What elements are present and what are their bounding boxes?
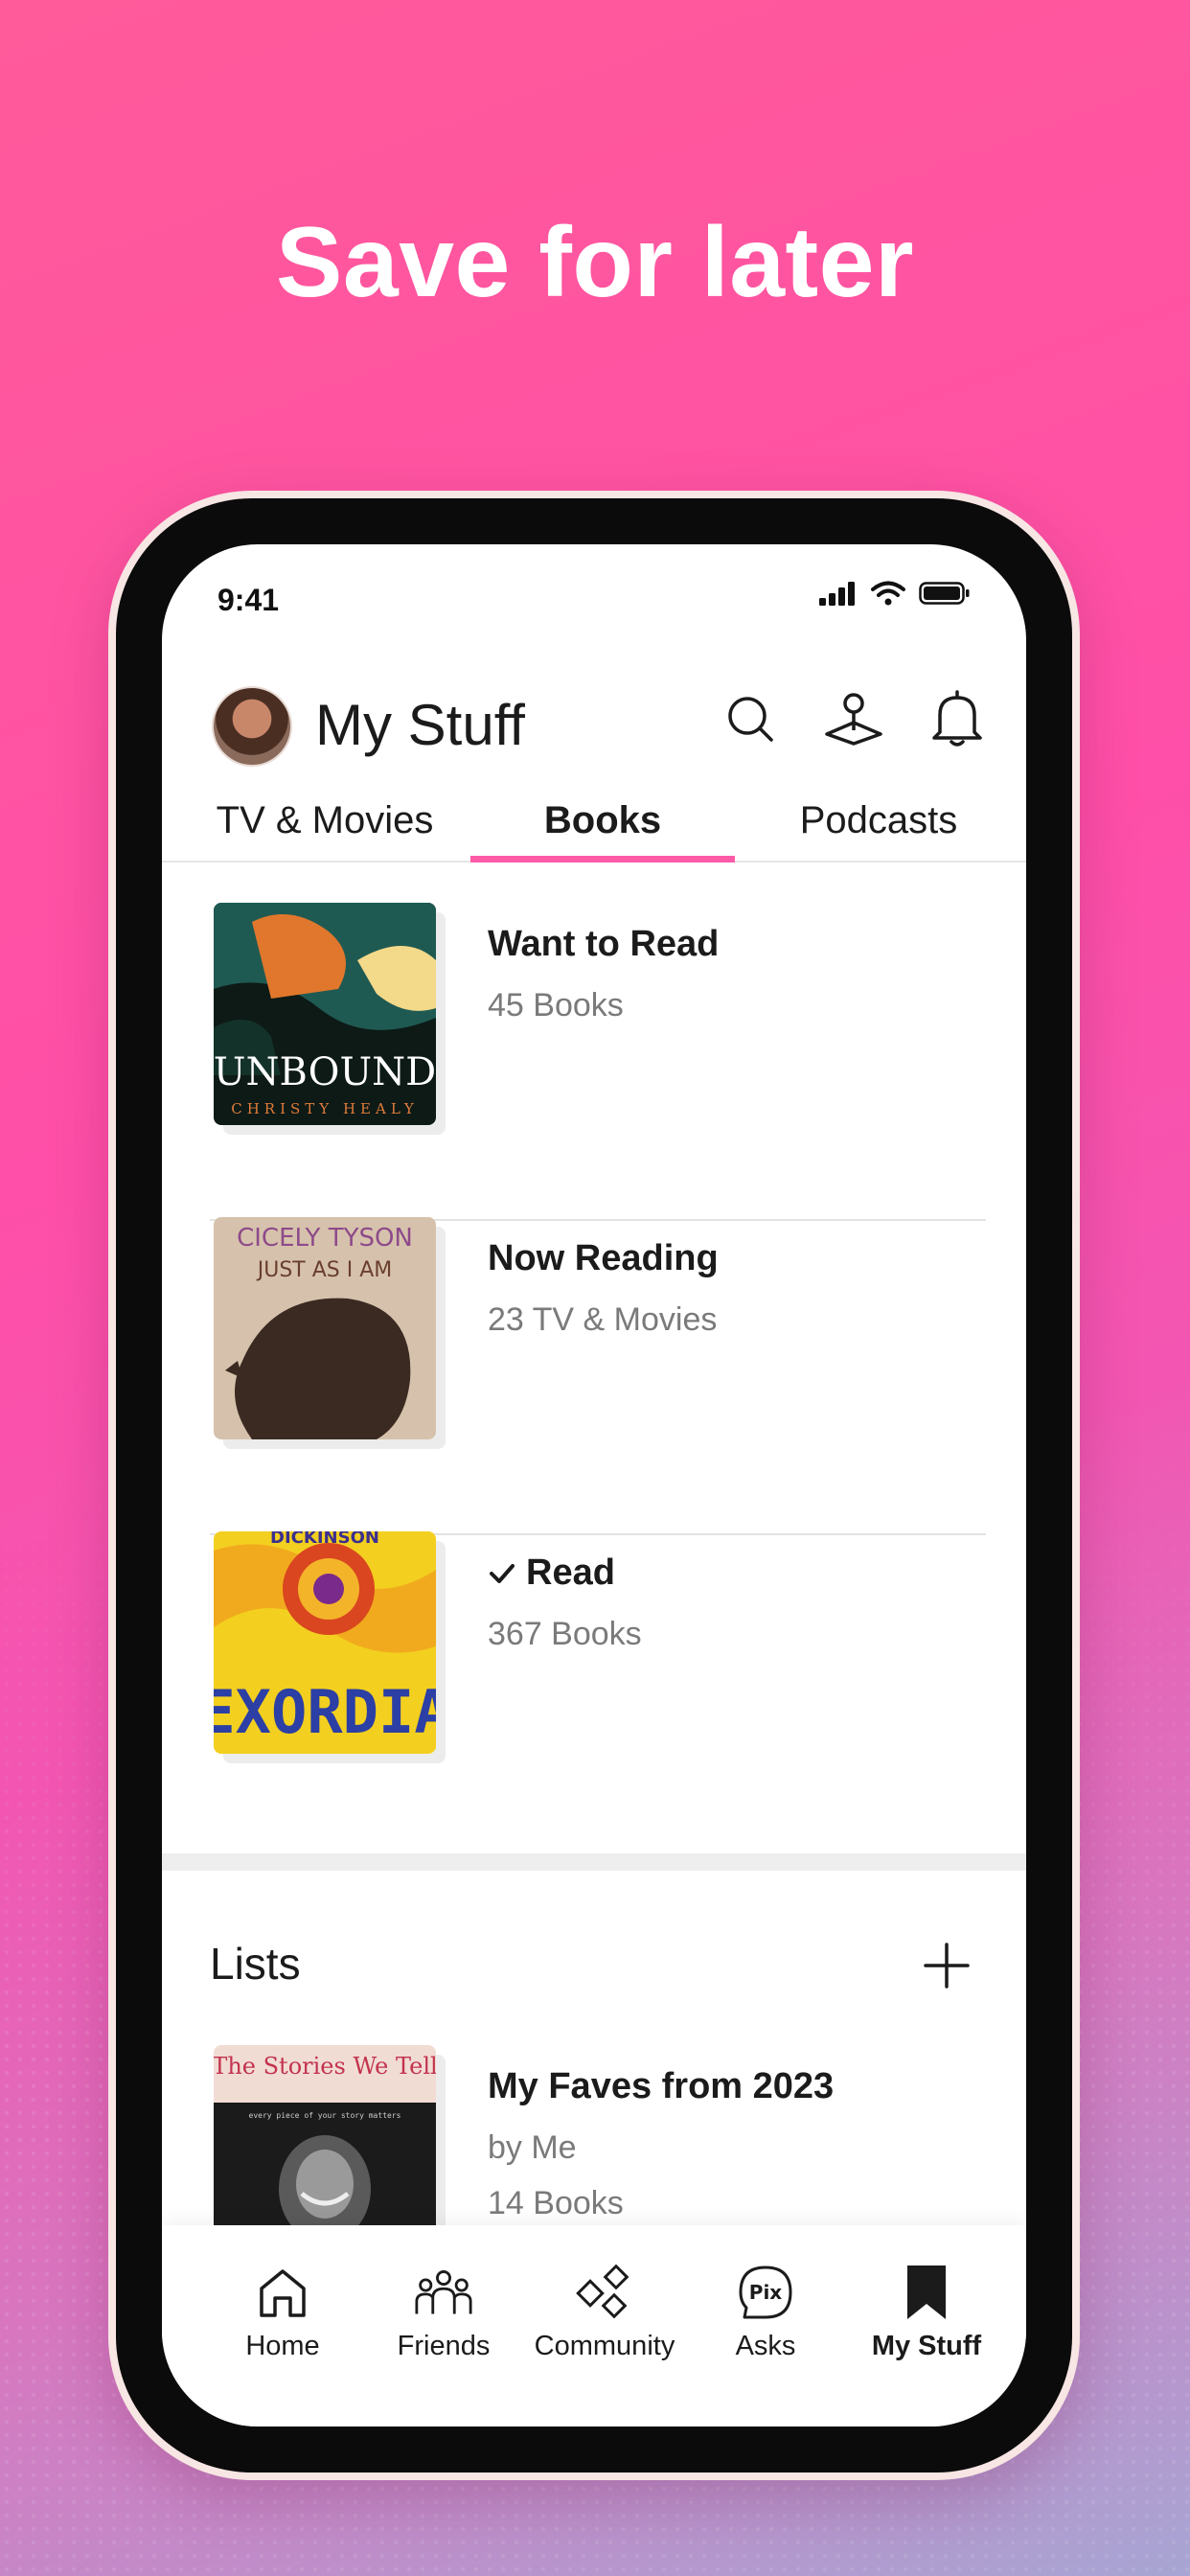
- shelf-count: 45 Books: [488, 987, 624, 1024]
- svg-text:Pix: Pix: [749, 2281, 783, 2304]
- party-pin-icon: [825, 693, 882, 746]
- cover-title-text: JUST AS I AM: [256, 1258, 393, 1282]
- nav-label: Friends: [397, 2331, 491, 2361]
- status-time: 9:41: [217, 583, 280, 617]
- phone-screen: 9:41 My Stuff TV & Movies Books Podcasts…: [162, 544, 1026, 2426]
- book-cover-art: UNBOUND CHRISTY HEALY: [214, 903, 436, 1125]
- shelf-read[interactable]: DICKINSON EXORDIA Read 367 Books: [210, 1531, 986, 1848]
- shelf-name-row: Read: [488, 1552, 615, 1594]
- checkmark-icon: [490, 1563, 515, 1583]
- book-cover-art: CICELY TYSON JUST AS I AM: [214, 1217, 436, 1439]
- shelf-count: 23 TV & Movies: [488, 1301, 718, 1338]
- book-cover: CICELY TYSON JUST AS I AM: [214, 1217, 436, 1439]
- content-tabs: TV & Movies Books Podcasts: [162, 784, 1026, 862]
- cover-title-text: UNBOUND: [214, 1050, 436, 1094]
- join-party-button[interactable]: [819, 684, 888, 753]
- status-icons: [819, 581, 971, 606]
- section-separator: [162, 1853, 1026, 1871]
- add-list-button[interactable]: [915, 1934, 978, 1997]
- bell-icon: [932, 690, 982, 747]
- bottom-navigation: Home Friends Community Pix Asks My Stuff: [162, 2225, 1026, 2426]
- tab-tv-movies[interactable]: TV & Movies: [200, 784, 449, 861]
- nav-label: My Stuff: [871, 2331, 982, 2361]
- tab-books[interactable]: Books: [470, 784, 735, 861]
- nav-community[interactable]: Community: [524, 2264, 685, 2362]
- cover-tagline-text: every piece of your story matters: [249, 2111, 401, 2120]
- nav-asks[interactable]: Pix Asks: [685, 2264, 846, 2362]
- shelf-name: Want to Read: [488, 924, 720, 964]
- bookmark-icon: [907, 2266, 946, 2319]
- cover-author-text: CICELY TYSON: [237, 1224, 413, 1253]
- nav-label: Asks: [735, 2331, 796, 2361]
- search-button[interactable]: [716, 684, 785, 753]
- phone-frame: 9:41 My Stuff TV & Movies Books Podcasts…: [108, 491, 1080, 2480]
- phone-bezel: 9:41 My Stuff TV & Movies Books Podcasts…: [116, 498, 1072, 2472]
- app-header: My Stuff: [162, 678, 1026, 784]
- nav-label: Home: [245, 2331, 320, 2361]
- promo-headline: Save for later: [276, 207, 914, 318]
- notifications-button[interactable]: [923, 684, 992, 753]
- status-bar: 9:41: [162, 544, 1026, 650]
- book-cover-art: DICKINSON EXORDIA: [214, 1531, 436, 1754]
- shelf-name: Read: [526, 1552, 615, 1593]
- nav-label: Community: [534, 2331, 675, 2361]
- cover-author-text: CHRISTY HEALY: [231, 1100, 419, 1117]
- shelf-name: Now Reading: [488, 1238, 719, 1278]
- list-name: My Faves from 2023: [488, 2066, 835, 2106]
- lists-heading: Lists: [210, 1939, 301, 1989]
- nav-home[interactable]: Home: [202, 2264, 363, 2362]
- list-count: 14 Books: [488, 2185, 624, 2221]
- community-icon: [576, 2264, 629, 2319]
- pix-icon: Pix: [739, 2266, 792, 2319]
- shelf-now-reading[interactable]: CICELY TYSON JUST AS I AM Now Reading 23…: [210, 1217, 986, 1533]
- nav-friends[interactable]: Friends: [363, 2264, 524, 2362]
- plus-icon: [924, 1943, 970, 1989]
- avatar[interactable]: [212, 686, 292, 767]
- battery-icon: [919, 582, 970, 605]
- shelf-want-to-read[interactable]: UNBOUND CHRISTY HEALY Want to Read 45 Bo…: [210, 903, 986, 1219]
- cover-author-text: DICKINSON: [270, 1531, 379, 1548]
- page-title: My Stuff: [315, 693, 525, 757]
- active-tab-indicator: [470, 856, 735, 862]
- friends-icon: [415, 2270, 472, 2314]
- cover-title-text: The Stories We Tell: [214, 2053, 436, 2080]
- signal-icon: [819, 582, 855, 606]
- nav-my-stuff[interactable]: My Stuff: [846, 2264, 1007, 2362]
- wifi-icon: [871, 581, 905, 606]
- book-cover: DICKINSON EXORDIA: [214, 1531, 436, 1754]
- shelf-count: 367 Books: [488, 1616, 642, 1652]
- home-icon: [260, 2269, 306, 2317]
- tab-podcasts[interactable]: Podcasts: [746, 784, 1011, 861]
- list-author: by Me: [488, 2129, 577, 2166]
- book-cover: UNBOUND CHRISTY HEALY: [214, 903, 436, 1125]
- search-icon: [728, 697, 773, 742]
- cover-title-text: EXORDIA: [214, 1677, 436, 1747]
